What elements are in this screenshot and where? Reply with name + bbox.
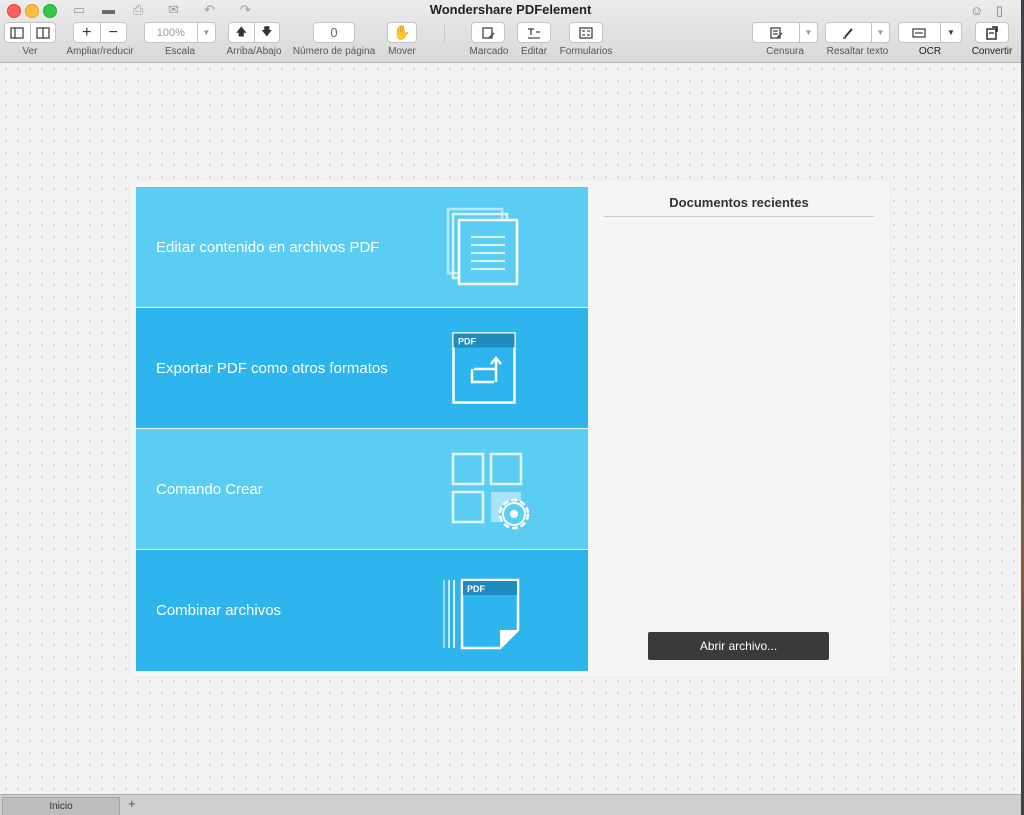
chevron-down-icon[interactable]: ▼ — [941, 23, 961, 42]
tile-label: Combinar archivos — [156, 601, 282, 619]
toolbar: ▭ ▬ ⎙ ✉ ↶ ↷ Wondershare PDFelement ☺ ▯ V… — [0, 0, 1021, 63]
zoom-control[interactable]: + − — [73, 22, 127, 43]
view-mode-toggle[interactable] — [4, 22, 56, 43]
convert-label: Convertir — [971, 46, 1013, 57]
tile-label: Comando Crear — [156, 480, 263, 498]
single-page-icon — [10, 26, 24, 39]
page-number-input[interactable]: 0 — [313, 22, 355, 43]
pdf-convert-icon: PDF — [452, 332, 516, 404]
markup-icon — [482, 26, 495, 39]
forms-button[interactable] — [569, 22, 603, 43]
tile-label: Exportar PDF como otros formatos — [156, 359, 388, 377]
hand-icon: ✋ — [393, 24, 411, 40]
tab-home[interactable]: Inicio — [2, 797, 120, 815]
two-page-view-button[interactable] — [31, 23, 56, 42]
ocr-button[interactable] — [899, 23, 941, 42]
zoom-out-button[interactable]: − — [101, 23, 127, 42]
tile-label: Editar contenido en archivos PDF — [156, 238, 380, 256]
page-number-label: Número de página — [292, 46, 376, 57]
pdf-tag: PDF — [467, 584, 486, 594]
ocr-label: OCR — [918, 46, 942, 57]
arrow-up-icon[interactable]: 🡅 — [229, 23, 255, 42]
tab-bar: Inicio + — [0, 794, 1021, 815]
ocr-control[interactable]: ▼ — [898, 22, 962, 43]
highlight-control[interactable]: ▼ — [825, 22, 890, 43]
recent-documents-title: Documentos recientes — [669, 195, 809, 210]
pdf-combine-icon: PDF — [443, 578, 520, 650]
window-title: Wondershare PDFelement — [429, 2, 592, 17]
move-label: Mover — [388, 46, 416, 57]
tile-edit-content[interactable]: Editar contenido en archivos PDF — [136, 187, 588, 307]
forms-label: Formularios — [559, 46, 613, 57]
scale-value: 100% — [145, 23, 198, 42]
edit-button[interactable] — [517, 22, 551, 43]
chevron-down-icon[interactable]: ▼ — [872, 23, 889, 42]
tile-combine-files[interactable]: Combinar archivos PDF — [136, 550, 588, 671]
redact-label: Censura — [766, 46, 804, 57]
chevron-down-icon[interactable]: ▼ — [198, 23, 215, 42]
highlight-label: Resaltar texto — [826, 46, 889, 57]
zoom-label: Ampliar/reducir — [66, 46, 134, 57]
page-nav-control[interactable]: 🡅 🡇 — [228, 22, 280, 43]
markup-label: Marcado — [469, 46, 509, 57]
redact-button[interactable] — [753, 23, 800, 42]
grid-gear-icon — [451, 452, 530, 530]
chevron-down-icon[interactable]: ▼ — [800, 23, 817, 42]
highlighter-icon — [843, 27, 854, 39]
zoom-in-button[interactable]: + — [74, 23, 101, 42]
add-tab-button[interactable]: + — [128, 796, 136, 811]
ocr-icon — [912, 27, 927, 38]
two-page-icon — [36, 26, 50, 39]
app-window: ▭ ▬ ⎙ ✉ ↶ ↷ Wondershare PDFelement ☺ ▯ V… — [0, 0, 1021, 815]
edit-text-icon — [528, 27, 540, 39]
tablet-icon[interactable]: ▯ — [996, 3, 1003, 19]
arrow-down-icon[interactable]: 🡇 — [255, 23, 280, 42]
highlight-button[interactable] — [826, 23, 872, 42]
scale-label: Escala — [164, 46, 195, 57]
convert-button[interactable] — [975, 22, 1009, 43]
hand-tool-button[interactable]: ✋ — [387, 22, 417, 43]
edit-label: Editar — [520, 46, 548, 57]
redact-control[interactable]: ▼ — [752, 22, 818, 43]
open-file-button[interactable]: Abrir archivo... — [648, 632, 829, 660]
tile-create-command[interactable]: Comando Crear — [136, 429, 588, 549]
document-stack-icon — [446, 207, 519, 286]
redact-icon — [770, 26, 783, 39]
toolbar-separator — [444, 24, 445, 42]
scale-select[interactable]: 100% ▼ — [144, 22, 216, 43]
markup-button[interactable] — [471, 22, 505, 43]
smiley-icon[interactable]: ☺ — [970, 3, 983, 19]
tile-export-pdf[interactable]: Exportar PDF como otros formatos PDF — [136, 308, 588, 428]
convert-icon — [986, 25, 998, 40]
single-page-view-button[interactable] — [5, 23, 31, 42]
pdf-tag: PDF — [458, 337, 477, 347]
recent-documents-divider — [604, 216, 874, 217]
view-label: Ver — [22, 46, 38, 57]
form-icon — [579, 26, 593, 39]
updown-label: Arriba/Abajo — [226, 46, 282, 57]
